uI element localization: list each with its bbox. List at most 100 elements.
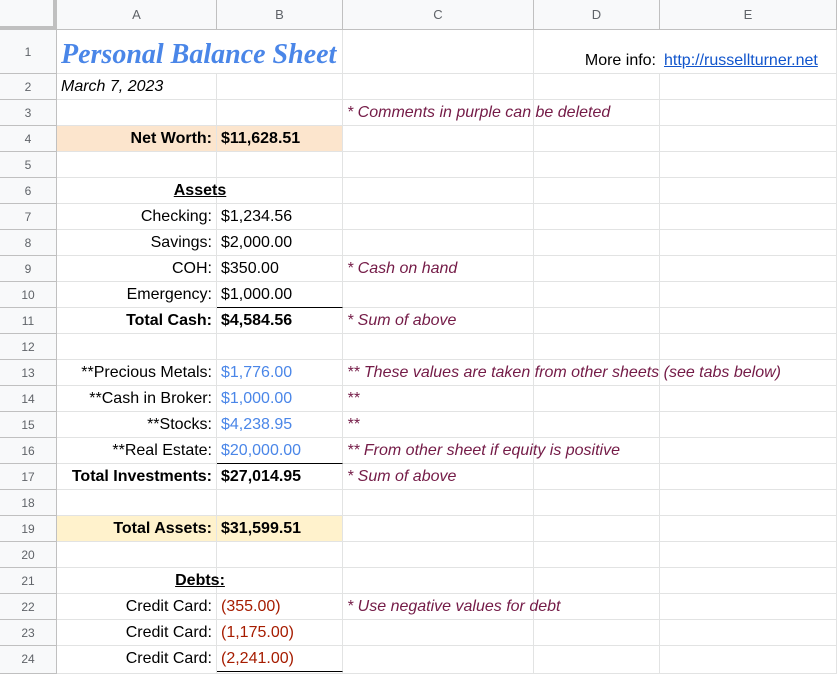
grid-cell[interactable]: [660, 230, 837, 256]
grid-cell[interactable]: [57, 542, 217, 568]
grid-cell[interactable]: [660, 282, 837, 308]
grid-cell[interactable]: [534, 516, 660, 542]
credit-card-2-label[interactable]: Credit Card:: [57, 620, 217, 646]
comment-deletable[interactable]: * Comments in purple can be deleted: [343, 100, 663, 126]
grid-cell[interactable]: [534, 256, 660, 282]
savings-label[interactable]: Savings:: [57, 230, 217, 256]
grid-cell[interactable]: [660, 516, 837, 542]
row-header-10[interactable]: 10: [0, 282, 57, 308]
grid-cell[interactable]: [660, 204, 837, 230]
row-header-8[interactable]: 8: [0, 230, 57, 256]
more-info-link[interactable]: http://russellturner.net: [660, 30, 837, 74]
grid-cell[interactable]: [660, 100, 837, 126]
grid-cell[interactable]: [343, 490, 534, 516]
coh-value[interactable]: $350.00: [217, 256, 343, 282]
grid-cell[interactable]: [534, 308, 660, 334]
grid-cell[interactable]: [343, 178, 534, 204]
grid-cell[interactable]: [534, 126, 660, 152]
grid-cell[interactable]: [343, 204, 534, 230]
row-header-4[interactable]: 4: [0, 126, 57, 152]
row-header-12[interactable]: 12: [0, 334, 57, 360]
grid-cell[interactable]: [660, 386, 837, 412]
grid-cell[interactable]: [57, 490, 217, 516]
cash-in-broker-label[interactable]: **Cash in Broker:: [57, 386, 217, 412]
grid-cell[interactable]: [343, 152, 534, 178]
row-header-3[interactable]: 3: [0, 100, 57, 126]
total-cash-value[interactable]: $4,584.56: [217, 308, 343, 334]
row-header-13[interactable]: 13: [0, 360, 57, 386]
column-header-a[interactable]: A: [57, 0, 217, 30]
row-header-22[interactable]: 22: [0, 594, 57, 620]
grid-cell[interactable]: [534, 204, 660, 230]
real-estate-value[interactable]: $20,000.00: [217, 438, 343, 464]
grid-cell[interactable]: [343, 282, 534, 308]
more-info-label[interactable]: More info:: [534, 30, 660, 74]
cash-in-broker-note[interactable]: **: [343, 386, 534, 412]
grid-cell[interactable]: [660, 464, 837, 490]
row-header-2[interactable]: 2: [0, 74, 57, 100]
grid-cell[interactable]: [534, 568, 660, 594]
grid-cell[interactable]: [343, 334, 534, 360]
stocks-value[interactable]: $4,238.95: [217, 412, 343, 438]
column-header-d[interactable]: D: [534, 0, 660, 30]
real-estate-note[interactable]: ** From other sheet if equity is positiv…: [343, 438, 743, 464]
checking-value[interactable]: $1,234.56: [217, 204, 343, 230]
grid-cell[interactable]: [660, 74, 837, 100]
row-header-7[interactable]: 7: [0, 204, 57, 230]
total-assets-value[interactable]: $31,599.51: [217, 516, 343, 542]
grid-cell[interactable]: [343, 74, 534, 100]
grid-cell[interactable]: [534, 152, 660, 178]
credit-card-1-label[interactable]: Credit Card:: [57, 594, 217, 620]
credit-card-3-value[interactable]: (2,241.00): [217, 646, 343, 672]
grid-cell[interactable]: [534, 646, 660, 674]
grid-cell[interactable]: [534, 178, 660, 204]
row-header-24[interactable]: 24: [0, 646, 57, 674]
grid-cell[interactable]: [660, 334, 837, 360]
row-header-16[interactable]: 16: [0, 438, 57, 464]
grid-cell[interactable]: [534, 334, 660, 360]
grid-cell[interactable]: [343, 646, 534, 674]
row-header-11[interactable]: 11: [0, 308, 57, 334]
checking-label[interactable]: Checking:: [57, 204, 217, 230]
total-assets-label[interactable]: Total Assets:: [57, 516, 217, 542]
coh-note[interactable]: * Cash on hand: [343, 256, 534, 282]
grid-cell[interactable]: [343, 620, 534, 646]
grid-cell[interactable]: [217, 490, 343, 516]
row-header-6[interactable]: 6: [0, 178, 57, 204]
grid-cell[interactable]: [660, 126, 837, 152]
column-header-b[interactable]: B: [217, 0, 343, 30]
assets-header[interactable]: Assets: [57, 178, 343, 204]
row-header-14[interactable]: 14: [0, 386, 57, 412]
savings-value[interactable]: $2,000.00: [217, 230, 343, 256]
row-header-20[interactable]: 20: [0, 542, 57, 568]
grid-cell[interactable]: [660, 256, 837, 282]
row-header-18[interactable]: 18: [0, 490, 57, 516]
grid-cell[interactable]: [217, 542, 343, 568]
grid-cell[interactable]: [534, 542, 660, 568]
grid-cell[interactable]: [343, 542, 534, 568]
precious-metals-label[interactable]: **Precious Metals:: [57, 360, 217, 386]
grid-cell[interactable]: [660, 568, 837, 594]
net-worth-value[interactable]: $11,628.51: [217, 126, 343, 152]
grid-cell[interactable]: [217, 334, 343, 360]
grid-cell[interactable]: [660, 412, 837, 438]
real-estate-label[interactable]: **Real Estate:: [57, 438, 217, 464]
stocks-note[interactable]: **: [343, 412, 534, 438]
net-worth-label[interactable]: Net Worth:: [57, 126, 217, 152]
grid-cell[interactable]: [534, 490, 660, 516]
row-header-21[interactable]: 21: [0, 568, 57, 594]
credit-card-1-value[interactable]: (355.00): [217, 594, 343, 620]
credit-card-1-note[interactable]: * Use negative values for debt: [343, 594, 643, 620]
grid-cell[interactable]: [660, 542, 837, 568]
row-header-1[interactable]: 1: [0, 30, 57, 74]
grid-cell[interactable]: [660, 594, 837, 620]
debts-header[interactable]: Debts:: [57, 568, 343, 594]
grid-cell[interactable]: [217, 74, 343, 100]
grid-cell[interactable]: [343, 568, 534, 594]
row-header-17[interactable]: 17: [0, 464, 57, 490]
cash-in-broker-value[interactable]: $1,000.00: [217, 386, 343, 412]
row-header-15[interactable]: 15: [0, 412, 57, 438]
grid-cell[interactable]: [660, 490, 837, 516]
grid-cell[interactable]: [534, 386, 660, 412]
total-cash-note[interactable]: * Sum of above: [343, 308, 534, 334]
